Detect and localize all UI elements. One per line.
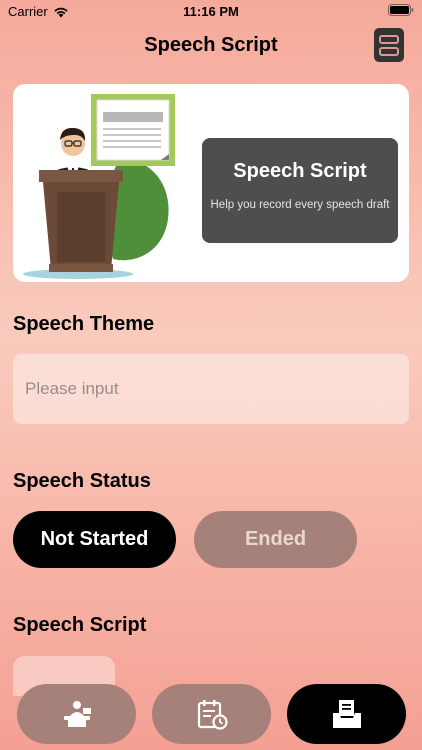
banner-info-card: Speech Script Help you record every spee… — [202, 138, 398, 243]
menu-bar-top — [379, 34, 399, 44]
banner-subtitle: Help you record every speech draft — [210, 199, 390, 211]
theme-input[interactable] — [13, 354, 409, 424]
battery-icon — [388, 4, 414, 16]
menu-bar-bottom — [379, 46, 399, 56]
script-section-title: Speech Script — [13, 614, 147, 636]
inbox-document-icon — [332, 700, 361, 728]
calendar-clock-icon — [197, 700, 228, 730]
page-title: Speech Script — [144, 34, 278, 56]
status-ended-button[interactable]: Ended — [194, 511, 357, 568]
speaker-icon — [63, 701, 91, 727]
tab-bar — [0, 684, 422, 750]
status-bar: Carrier 11:16 PM — [0, 0, 422, 22]
tab-schedule[interactable] — [152, 684, 271, 744]
clock: 11:16 PM — [183, 4, 239, 19]
status-not-started-button[interactable]: Not Started — [13, 511, 176, 568]
tab-scripts[interactable] — [287, 684, 406, 744]
theme-section-title: Speech Theme — [13, 313, 155, 335]
tab-speech[interactable] — [17, 684, 136, 744]
banner-title: Speech Script — [233, 160, 367, 182]
menu-button[interactable] — [374, 28, 404, 62]
banner-card: Speech Script Help you record every spee… — [13, 84, 409, 282]
status-section-title: Speech Status — [13, 470, 151, 492]
speaker-illustration — [23, 94, 175, 279]
